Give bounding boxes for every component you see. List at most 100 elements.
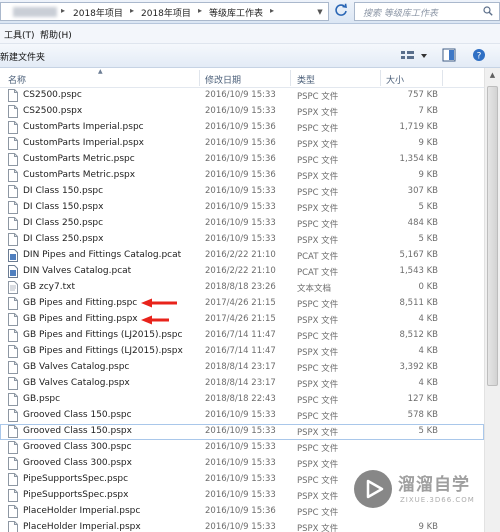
file-icon xyxy=(8,473,18,486)
address-dropdown-icon[interactable]: ▼ xyxy=(313,6,327,19)
file-icon xyxy=(8,217,18,230)
file-row[interactable]: CS2500.pspx 2016/10/9 15:33 PSPX 文件 7 KB xyxy=(0,104,484,120)
file-size: 127 KB xyxy=(407,394,438,404)
file-row[interactable]: PlaceHolder Imperial.pspx 2016/10/9 15:33… xyxy=(0,520,484,532)
file-name: DI Class 150.pspc xyxy=(23,186,104,196)
watermark-logo: 溜溜自学 ZIXUE.3D66.COM xyxy=(350,466,500,516)
file-modified-date: 2018/8/18 23:26 xyxy=(205,282,276,292)
file-size: 9 KB xyxy=(418,138,438,148)
search-input[interactable]: 搜索 等级库工作表 xyxy=(354,2,500,21)
file-size: 3,392 KB xyxy=(399,362,438,372)
file-row[interactable]: Grooved Class 150.pspc 2016/10/9 15:33 PSP… xyxy=(0,408,484,424)
file-size: 307 KB xyxy=(407,186,438,196)
file-type: PSPC 文件 xyxy=(297,444,339,454)
file-row[interactable]: GB Pipes and Fittings (LJ2015).pspc 2016/… xyxy=(0,328,484,344)
file-type: PSPX 文件 xyxy=(297,348,339,358)
file-row[interactable]: GB Valves Catalog.pspx 2018/8/14 23:17 PSP… xyxy=(0,376,484,392)
column-divider[interactable] xyxy=(442,70,443,86)
column-name[interactable]: 名称 xyxy=(8,73,26,86)
file-row[interactable]: DI Class 150.pspx 2016/10/9 15:33 PSPX 文件 5… xyxy=(0,200,484,216)
file-modified-date: 2016/10/9 15:33 xyxy=(205,202,276,212)
file-size: 8,511 KB xyxy=(399,298,438,308)
column-divider[interactable] xyxy=(380,70,381,86)
file-icon xyxy=(8,169,18,182)
file-row[interactable]: GB Pipes and Fitting.pspc 2017/4/26 21:15… xyxy=(0,296,484,312)
search-icon[interactable] xyxy=(483,6,493,16)
scroll-up-icon[interactable]: ▲ xyxy=(485,68,500,83)
column-size[interactable]: 大小 xyxy=(386,73,404,86)
file-row[interactable]: GB Pipes and Fittings (LJ2015).pspx 2016/… xyxy=(0,344,484,360)
file-name: Grooved Class 150.pspx xyxy=(23,426,132,436)
file-type: PSPC 文件 xyxy=(297,508,339,518)
file-row[interactable]: GB.pspc 2018/8/18 22:43 PSPC 文件 127 KB xyxy=(0,392,484,408)
file-row[interactable]: DIN Valves Catalog.pcat 2016/2/22 21:10 PC… xyxy=(0,264,484,280)
file-row[interactable]: DI Class 150.pspc 2016/10/9 15:33 PSPC 文件 3… xyxy=(0,184,484,200)
address-field[interactable]: ▸ 2018年项目 ▸ 2018年项目 ▸ 等级库工作表 ▸ ▼ xyxy=(0,2,329,21)
file-modified-date: 2016/10/9 15:33 xyxy=(205,426,276,436)
file-row[interactable]: CustomParts Metric.pspc 2016/10/9 15:36 PS… xyxy=(0,152,484,168)
help-icon: ? xyxy=(473,49,485,62)
column-date[interactable]: 修改日期 xyxy=(205,73,241,86)
preview-pane-button[interactable] xyxy=(442,48,456,62)
column-type[interactable]: 类型 xyxy=(297,73,315,86)
file-size: 484 KB xyxy=(407,218,438,228)
file-name: CS2500.pspx xyxy=(23,106,83,116)
help-button[interactable]: ? xyxy=(472,48,486,62)
menu-help[interactable]: 帮助(H) xyxy=(40,28,72,41)
file-row[interactable]: DI Class 250.pspc 2016/10/9 15:33 PSPC 文件 4… xyxy=(0,216,484,232)
breadcrumb-item-2[interactable]: 2018年项目 xyxy=(141,6,191,19)
file-name: DIN Valves Catalog.pcat xyxy=(23,266,132,276)
breadcrumb-item-1[interactable]: 2018年项目 xyxy=(73,6,123,19)
file-modified-date: 2016/2/22 21:10 xyxy=(205,250,276,260)
file-size: 1,543 KB xyxy=(399,266,438,276)
sort-ascending-icon: ▲ xyxy=(98,68,103,75)
file-row[interactable]: GB Valves Catalog.pspc 2018/8/14 23:17 PSP… xyxy=(0,360,484,376)
file-name: Grooved Class 150.pspc xyxy=(23,410,132,420)
breadcrumb-separator-icon[interactable]: ▸ xyxy=(198,6,202,15)
file-row[interactable]: DI Class 250.pspx 2016/10/9 15:33 PSPX 文件 5… xyxy=(0,232,484,248)
file-row[interactable]: CustomParts Metric.pspx 2016/10/9 15:36 PS… xyxy=(0,168,484,184)
file-modified-date: 2018/8/14 23:17 xyxy=(205,362,276,372)
file-name: GB Pipes and Fitting.pspx xyxy=(23,314,138,324)
menu-bar: 工具(T) 帮助(H) xyxy=(0,24,500,44)
change-view-button[interactable] xyxy=(400,49,430,63)
svg-text:?: ? xyxy=(477,52,482,62)
file-name: CustomParts Imperial.pspx xyxy=(23,138,144,148)
vertical-scrollbar[interactable]: ▲ xyxy=(484,68,500,532)
file-icon xyxy=(8,377,18,390)
file-name: DI Class 250.pspc xyxy=(23,218,104,228)
refresh-button[interactable] xyxy=(332,3,350,21)
file-row[interactable]: CustomParts Imperial.pspc 2016/10/9 15:36… xyxy=(0,120,484,136)
file-row[interactable]: GB Pipes and Fitting.pspx 2017/4/26 21:15… xyxy=(0,312,484,328)
column-divider[interactable] xyxy=(199,70,200,86)
file-icon xyxy=(8,89,18,102)
file-row[interactable]: GB zcy7.txt 2018/8/18 23:26 文本文档 0 KB xyxy=(0,280,484,296)
file-icon xyxy=(8,105,18,118)
file-icon xyxy=(8,185,18,198)
file-name: Grooved Class 300.pspx xyxy=(23,458,132,468)
breadcrumb-separator-icon[interactable]: ▸ xyxy=(130,6,134,15)
file-row[interactable]: CustomParts Imperial.pspx 2016/10/9 15:36… xyxy=(0,136,484,152)
menu-tools[interactable]: 工具(T) xyxy=(4,28,35,41)
new-folder-button[interactable]: 新建文件夹 xyxy=(0,50,45,63)
file-type: PSPX 文件 xyxy=(297,492,339,502)
address-bar: ▸ 2018年项目 ▸ 2018年项目 ▸ 等级库工作表 ▸ ▼ 搜索 等级库工… xyxy=(0,0,500,24)
watermark-title: 溜溜自学 xyxy=(398,475,470,495)
scrollbar-thumb[interactable] xyxy=(487,86,498,386)
breadcrumb-item-3[interactable]: 等级库工作表 xyxy=(209,6,263,19)
file-row[interactable]: Grooved Class 300.pspc 2016/10/9 15:33 PSP… xyxy=(0,440,484,456)
file-icon xyxy=(8,489,18,502)
file-row[interactable]: CS2500.pspc 2016/10/9 15:33 PSPC 文件 757 KB xyxy=(0,88,484,104)
file-modified-date: 2018/8/14 23:17 xyxy=(205,378,276,388)
breadcrumb-separator-icon[interactable]: ▸ xyxy=(61,6,65,15)
file-row[interactable]: DIN Pipes and Fittings Catalog.pcat 2016/… xyxy=(0,248,484,264)
file-modified-date: 2016/7/14 11:47 xyxy=(205,330,276,340)
watermark-subtitle: ZIXUE.3D66.COM xyxy=(400,496,475,504)
annotation-arrow-icon xyxy=(141,298,177,308)
file-row[interactable]: Grooved Class 150.pspx 2016/10/9 15:33 PSP… xyxy=(0,424,484,440)
column-divider[interactable] xyxy=(290,70,291,86)
breadcrumb-separator-icon[interactable]: ▸ xyxy=(270,6,274,15)
file-name: GB Pipes and Fittings (LJ2015).pspc xyxy=(23,330,183,340)
file-size: 0 KB xyxy=(418,282,438,292)
search-placeholder: 搜索 等级库工作表 xyxy=(363,9,438,19)
